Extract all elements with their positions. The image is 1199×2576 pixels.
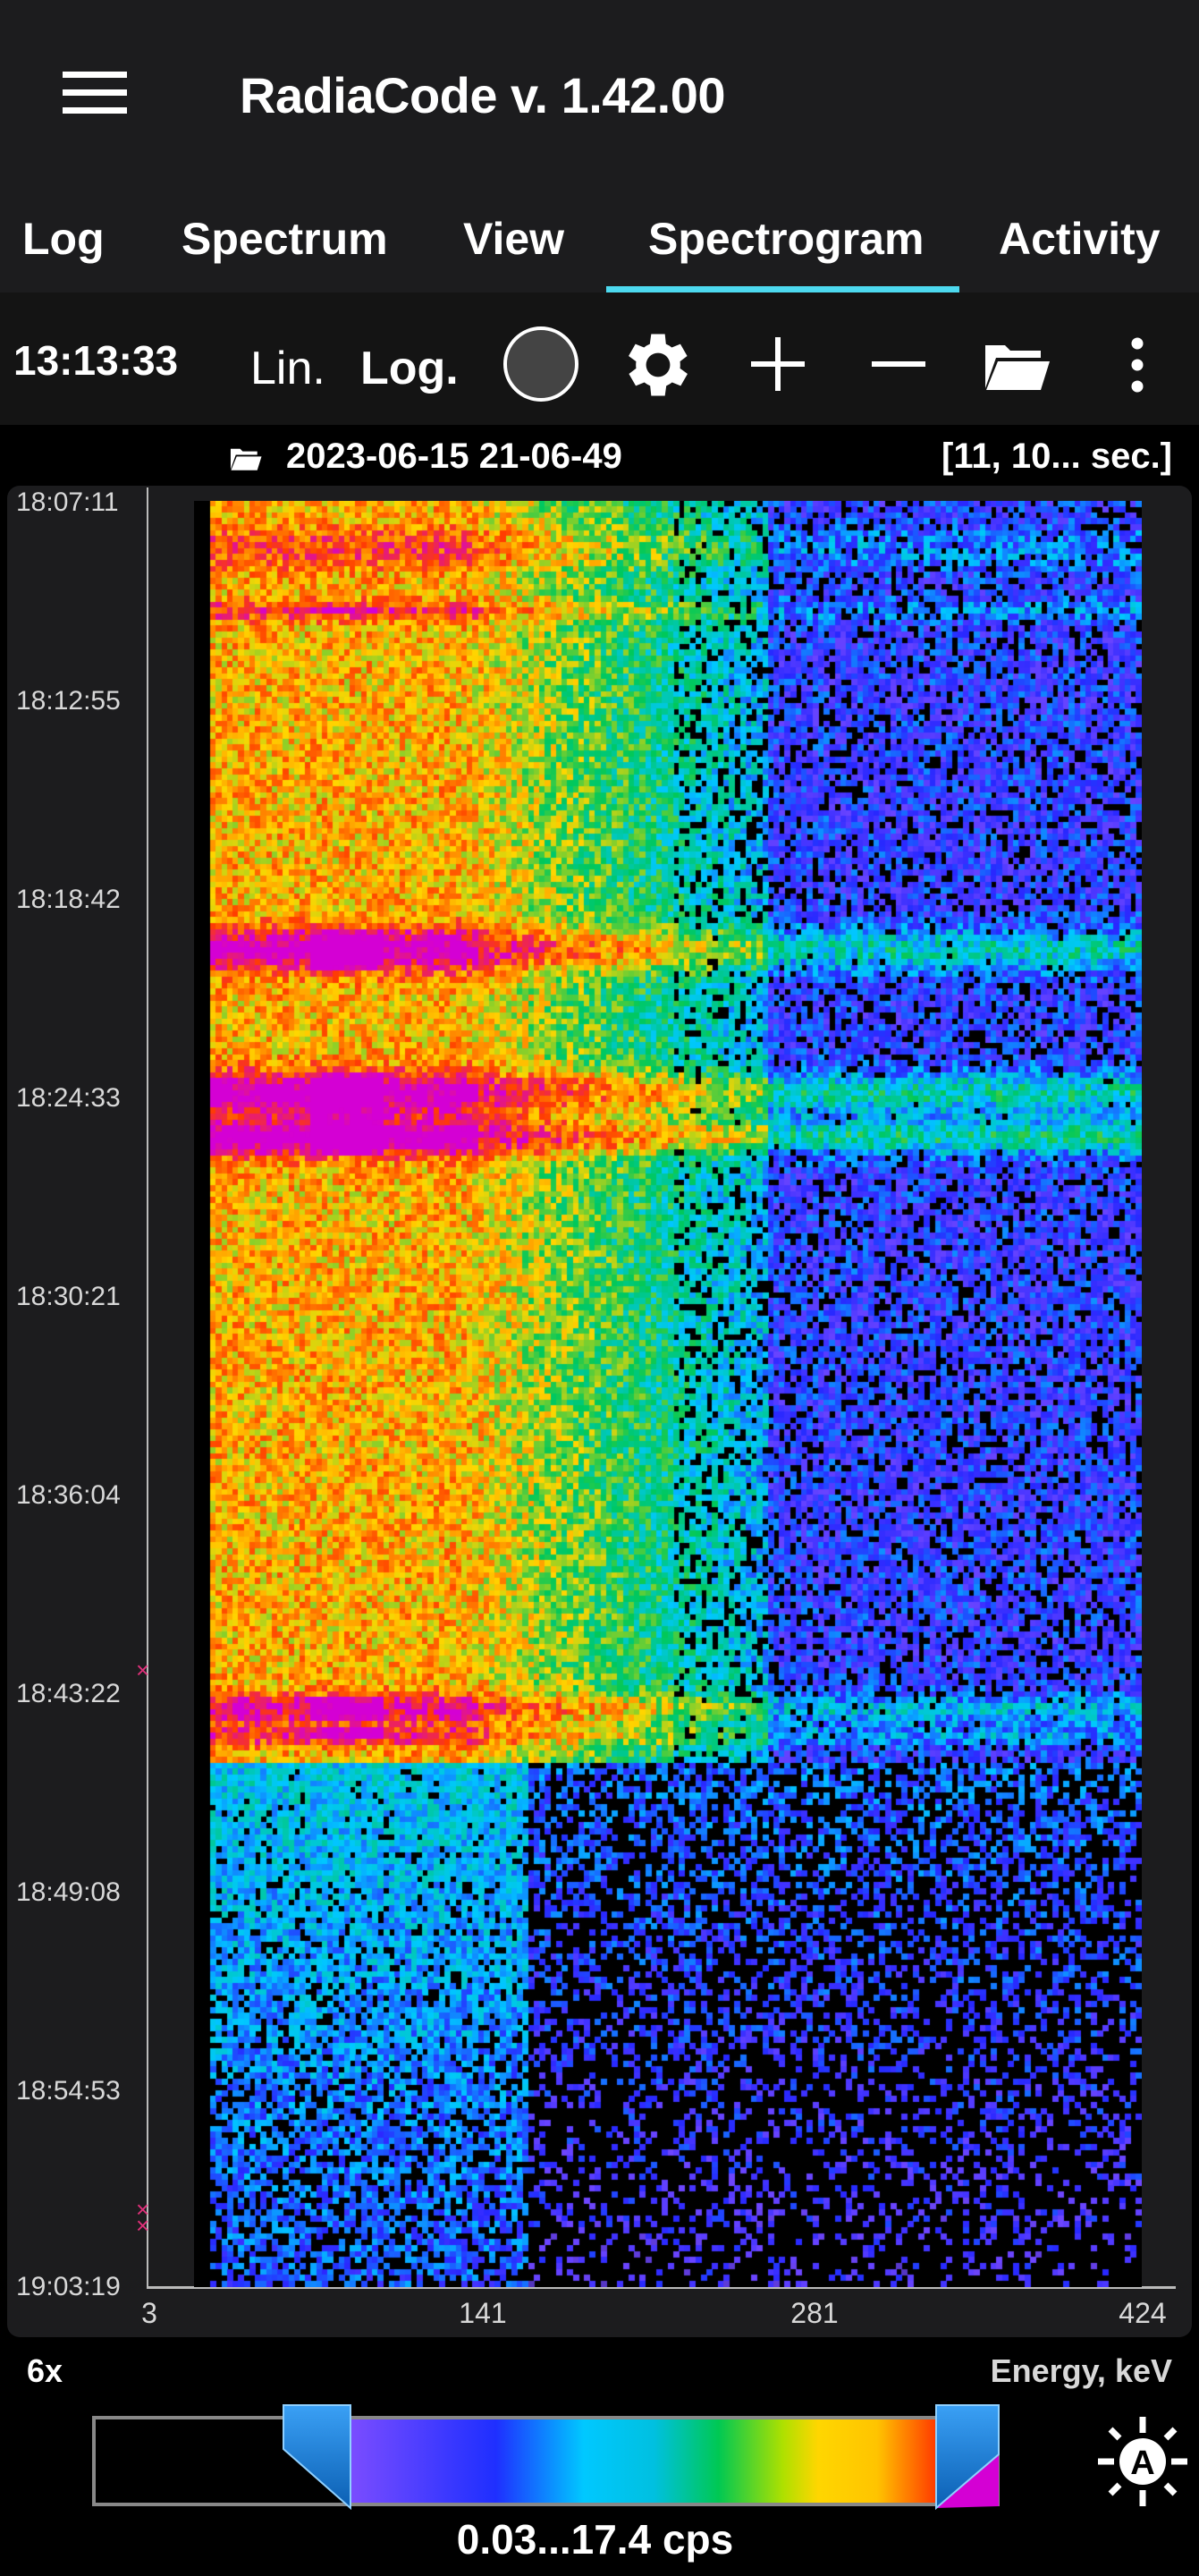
hamburger-menu-icon[interactable] — [63, 72, 127, 114]
zoom-level: 6x — [27, 2352, 63, 2389]
active-tab-indicator — [606, 286, 959, 292]
y-tick-label: 18:49:08 — [16, 1877, 121, 1907]
file-name[interactable]: 2023-06-15 21-06-49 — [286, 436, 622, 477]
time-interval: [11, 10... sec.] — [941, 436, 1172, 476]
x-tick-label: 424 — [1119, 2297, 1167, 2329]
x-tick-label: 281 — [790, 2297, 839, 2329]
y-tick-label: 18:24:33 — [16, 1083, 121, 1113]
y-tick-label: 18:18:42 — [16, 885, 121, 914]
tab-spectrum[interactable]: Spectrum — [182, 213, 388, 265]
tab-log[interactable]: Log — [22, 213, 105, 265]
y-tick-label: 18:30:21 — [16, 1282, 121, 1311]
log-scale-button[interactable]: Log. — [360, 342, 459, 395]
y-tick-label: 18:07:11 — [16, 487, 119, 517]
y-tick-label: 18:54:53 — [16, 2076, 121, 2106]
color-range-label: 0.03...17.4 cps — [456, 2516, 734, 2563]
event-marker[interactable]: × — [136, 2212, 149, 2240]
energy-axis-label: Energy, keV — [990, 2352, 1172, 2389]
x-tick-label: 141 — [459, 2297, 507, 2329]
colormap-gradient — [350, 2419, 935, 2503]
x-tick-label: 3 — [141, 2297, 157, 2329]
record-circle-icon[interactable] — [503, 326, 578, 402]
y-tick-label: 18:12:55 — [16, 686, 121, 716]
app-title: RadiaCode v. 1.42.00 — [240, 67, 726, 123]
plus-icon[interactable] — [751, 337, 805, 391]
svg-text:A: A — [1130, 2445, 1154, 2482]
more-vert-icon[interactable] — [1127, 336, 1148, 394]
minus-icon[interactable] — [872, 337, 925, 391]
spectrogram-heatmap[interactable] — [194, 501, 1142, 2287]
folder-icon — [230, 448, 262, 470]
tab-view[interactable]: View — [463, 213, 564, 265]
event-marker[interactable]: × — [136, 1657, 149, 1684]
linear-scale-button[interactable]: Lin. — [250, 342, 325, 395]
min-range-handle[interactable] — [283, 2404, 352, 2510]
y-tick-label: 19:03:19 — [16, 2272, 121, 2301]
tab-spectrogram[interactable]: Spectrogram — [648, 213, 924, 265]
y-axis-line — [147, 487, 148, 2289]
tab-activity[interactable]: Activity — [999, 213, 1161, 265]
max-range-handle[interactable] — [935, 2404, 1000, 2510]
auto-brightness-icon[interactable]: A — [1096, 2415, 1189, 2508]
clock-time: 13:13:33 — [13, 337, 179, 384]
y-tick-label: 18:36:04 — [16, 1480, 121, 1510]
gear-icon[interactable] — [617, 324, 699, 406]
folder-open-icon[interactable] — [984, 342, 1051, 391]
y-tick-label: 18:43:22 — [16, 1679, 121, 1708]
